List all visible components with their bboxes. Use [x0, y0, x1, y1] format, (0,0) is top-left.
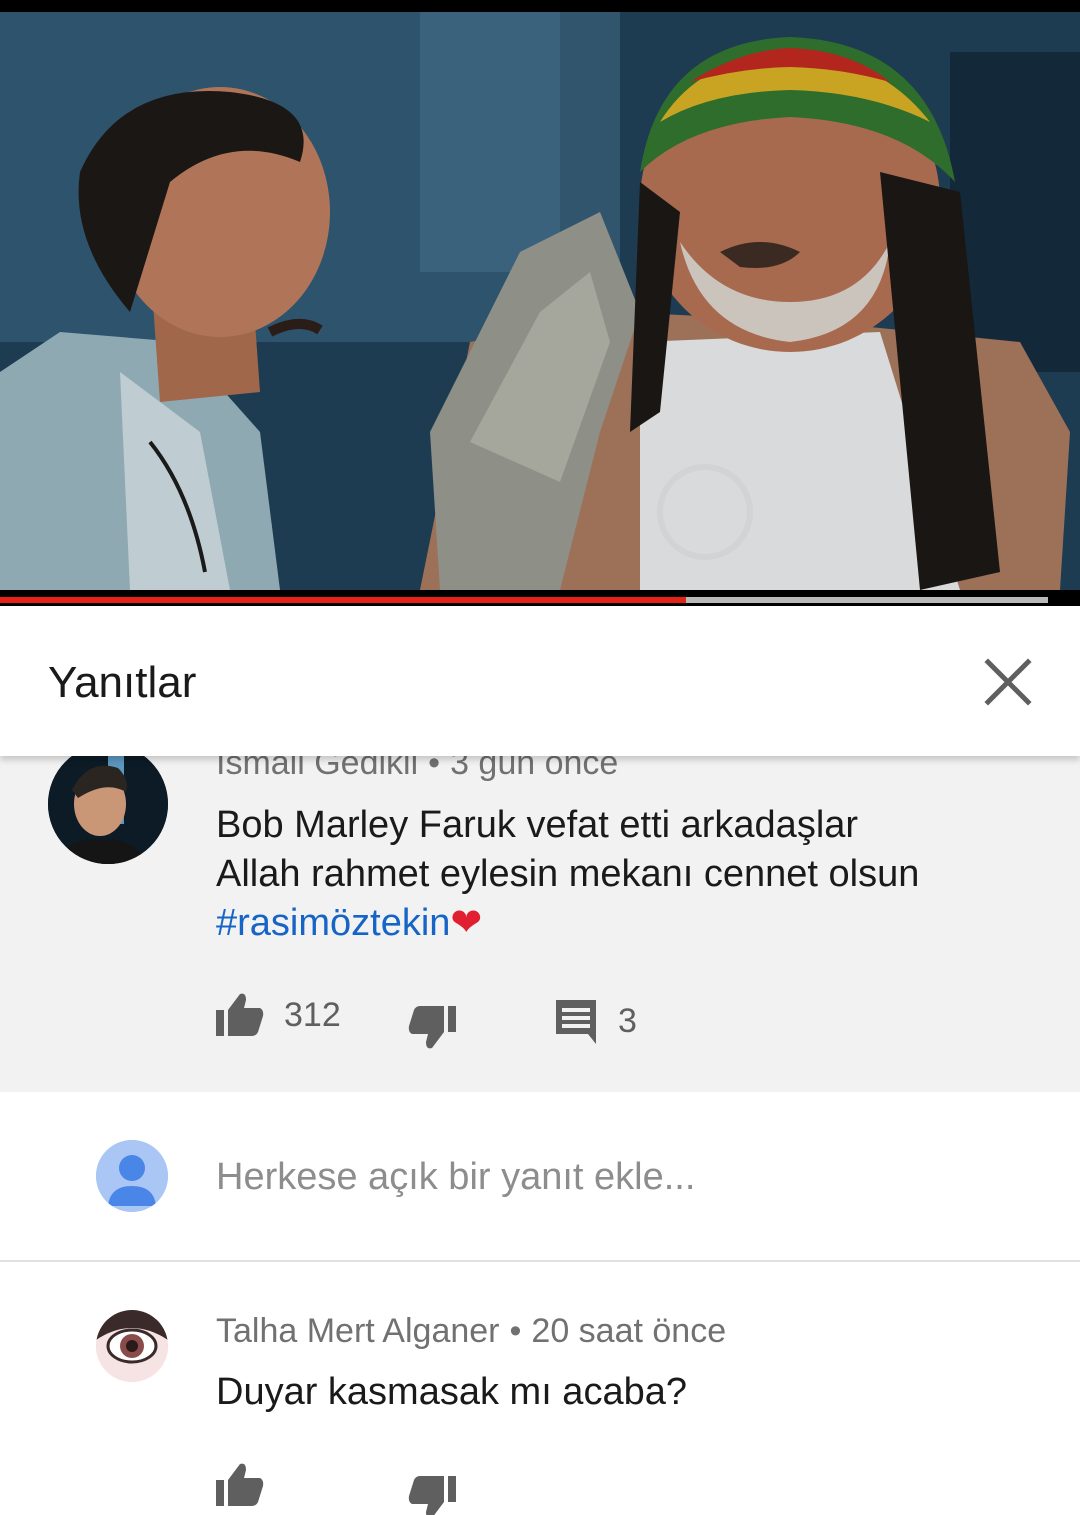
thumbs-up-icon — [216, 993, 264, 1036]
current-user-avatar — [96, 1140, 168, 1212]
reply-dislike-button[interactable] — [408, 1474, 456, 1515]
reply-author[interactable]: Talha Mert Alganer — [216, 1312, 500, 1350]
meta-separator: • — [428, 756, 441, 782]
close-button[interactable] — [980, 654, 1036, 710]
comment-time: 3 gün önce — [450, 756, 619, 782]
avatar-image — [48, 756, 168, 864]
close-icon — [984, 658, 1032, 706]
reply-text: Duyar kasmasak mı acaba? — [216, 1371, 687, 1413]
parent-comment: İsmail Gedikli • 3 gün önce Bob Marley Far… — [0, 756, 1080, 1092]
thumbs-down-icon — [408, 1476, 456, 1515]
video-scene — [0, 12, 1080, 590]
heart-emoji: ❤ — [450, 902, 483, 944]
reply-meta: Talha Mert Alganer • 20 saat önce — [216, 1312, 726, 1351]
comment-author[interactable]: İsmail Gedikli — [216, 756, 418, 782]
replies-panel-header: Yanıtlar — [0, 606, 1080, 756]
video-progress-bar[interactable] — [0, 590, 1080, 606]
reply-time: 20 saat önce — [531, 1312, 727, 1350]
reply-like-button[interactable] — [216, 1462, 264, 1508]
reply-comment: Talha Mert Alganer • 20 saat önce Duyar ka… — [0, 1264, 1080, 1515]
meta-separator: • — [509, 1312, 522, 1350]
thumbs-down-icon — [408, 1006, 456, 1049]
comment-text-line3: #rasimöztekin❤ — [216, 899, 1036, 948]
like-button[interactable]: 312 — [216, 992, 341, 1038]
comment-text-line2: Allah rahmet eylesin mekanı cennet olsun — [216, 853, 920, 895]
comment-text: Bob Marley Faruk vefat etti arkadaşlar A… — [216, 801, 1036, 948]
comment-meta: İsmail Gedikli • 3 gün önce — [216, 756, 618, 783]
reply-button[interactable]: 3 — [554, 998, 637, 1044]
reply-author-avatar[interactable] — [96, 1310, 168, 1382]
comment-text-line1: Bob Marley Faruk vefat etti arkadaşlar — [216, 804, 859, 846]
reply-input-row — [0, 1092, 1080, 1262]
reply-input[interactable] — [216, 1150, 1036, 1204]
video-player[interactable] — [0, 0, 1080, 606]
hashtag-link[interactable]: #rasimöztekin — [216, 902, 450, 944]
reply-count: 3 — [618, 1001, 637, 1040]
like-count: 312 — [284, 995, 341, 1034]
progress-played — [0, 597, 687, 603]
user-icon — [96, 1140, 168, 1212]
avatar-image — [96, 1310, 168, 1382]
progress-track[interactable] — [0, 597, 1048, 603]
dislike-button[interactable] — [408, 1004, 456, 1050]
panel-title: Yanıtlar — [48, 658, 197, 707]
video-frame[interactable] — [0, 12, 1080, 590]
commenter-avatar[interactable] — [48, 756, 168, 864]
comment-icon — [556, 1000, 596, 1044]
thumbs-up-icon — [216, 1463, 264, 1506]
